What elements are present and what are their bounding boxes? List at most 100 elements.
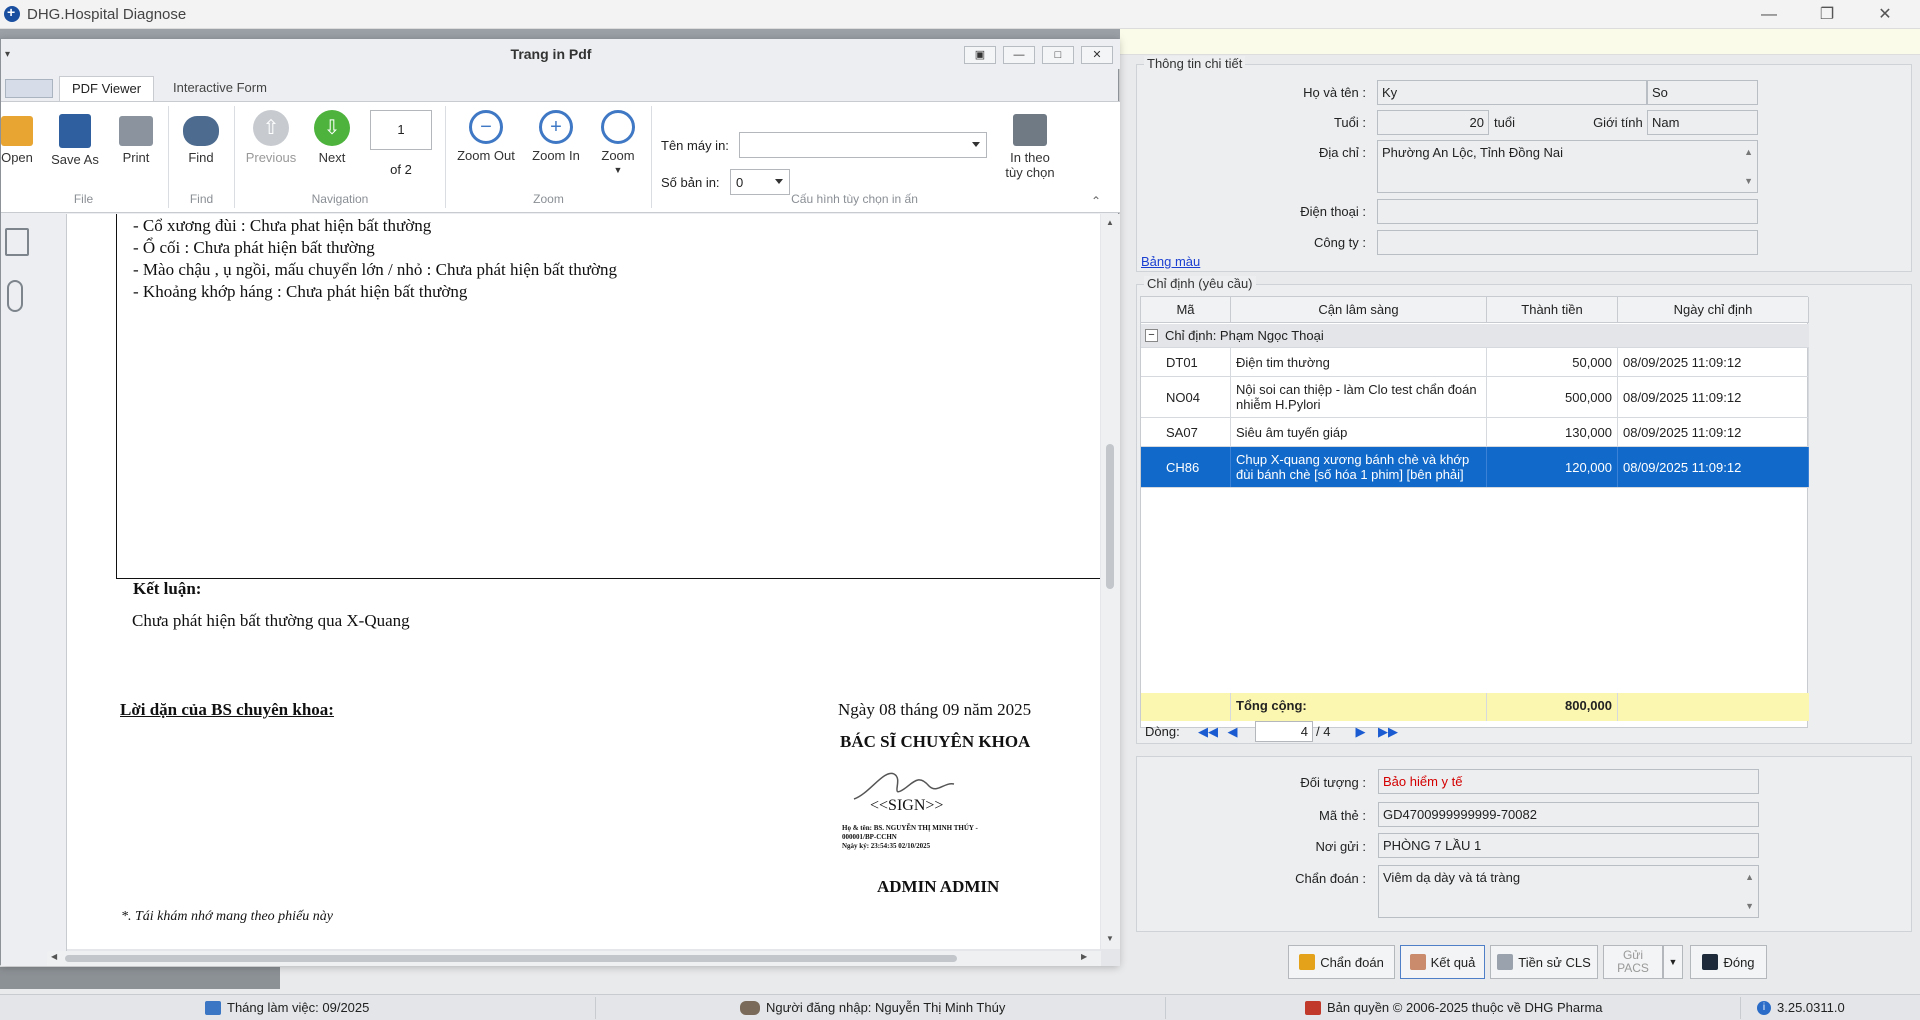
hscroll-thumb[interactable]: [65, 955, 957, 962]
doctor-title: BÁC SĨ CHUYÊN KHOA: [840, 732, 1031, 751]
find-button[interactable]: Find: [178, 110, 224, 165]
col-header-date[interactable]: Ngày chỉ định: [1618, 297, 1809, 323]
col-header-amount[interactable]: Thành tiền: [1487, 297, 1618, 323]
scroll-down-icon[interactable]: ▼: [1745, 901, 1754, 911]
printer-select[interactable]: [739, 132, 987, 158]
sender-label: Nơi gửi :: [1315, 839, 1366, 854]
cell-test: Nội soi can thiệp - làm Clo test chẩn đo…: [1231, 377, 1487, 417]
close-button[interactable]: Đóng: [1690, 945, 1767, 979]
collapse-icon[interactable]: −: [1145, 329, 1158, 342]
tab-pdf-viewer[interactable]: PDF Viewer: [59, 76, 155, 101]
printer-label: Tên máy in:: [661, 138, 729, 153]
print-button[interactable]: Print: [113, 110, 159, 165]
custom-print-button[interactable]: In theo tùy chọn: [999, 110, 1061, 180]
color-table-link[interactable]: Bảng màu: [1141, 254, 1200, 269]
name-field[interactable]: Ky: [1377, 80, 1647, 105]
cell-date: 08/09/2025 11:09:12: [1618, 348, 1809, 376]
zoom-in-button[interactable]: + Zoom In: [527, 110, 585, 163]
status-separator: [1165, 997, 1166, 1019]
patient-info-title: Thông tin chi tiết: [1144, 56, 1246, 71]
scroll-up-icon[interactable]: ▲: [1745, 872, 1754, 882]
last-record-icon[interactable]: ▶▶: [1378, 723, 1398, 740]
gender-field[interactable]: Nam: [1647, 110, 1758, 135]
scroll-left-icon[interactable]: ◀: [51, 952, 57, 961]
pages-icon[interactable]: [5, 228, 29, 256]
group-row[interactable]: − Chỉ định: Phạm Ngọc Thoại: [1141, 324, 1809, 348]
prev-record-icon[interactable]: ◀: [1224, 723, 1241, 740]
attachment-icon[interactable]: [7, 280, 23, 312]
minimize-icon[interactable]: —: [1740, 0, 1798, 29]
close-icon[interactable]: ✕: [1856, 0, 1914, 29]
exit-door-icon: [1702, 954, 1719, 970]
table-row[interactable]: DT01 Điện tim thường 50,000 08/09/2025 1…: [1141, 348, 1809, 377]
subject-field[interactable]: Bảo hiểm y tế: [1378, 769, 1759, 794]
zoom-button[interactable]: Zoom ▼: [595, 110, 641, 175]
vertical-scrollbar[interactable]: ▲ ▼: [1101, 214, 1120, 949]
send-pacs-button[interactable]: Gửi PACS: [1603, 945, 1663, 979]
age-field[interactable]: 20: [1377, 110, 1489, 135]
close-label: Đóng: [1723, 954, 1755, 970]
pdf-print-window: ▾ Trang in Pdf ▣ — □ ✕ PDF Viewer Intera…: [0, 38, 1120, 966]
page-number-input[interactable]: 1: [370, 110, 432, 150]
tab-interactive-form[interactable]: Interactive Form: [161, 76, 279, 101]
previous-button[interactable]: ⇧ Previous: [245, 110, 297, 165]
sender-field[interactable]: PHÒNG 7 LẦU 1: [1378, 833, 1759, 858]
horizontal-scrollbar[interactable]: ◀ ▶: [47, 951, 1101, 966]
finding-line: - Cổ xương đùi : Chưa phat hiện bất thườ…: [133, 216, 432, 235]
window-maximize-icon[interactable]: □: [1042, 46, 1074, 64]
app-menu-button[interactable]: [5, 79, 53, 98]
pdf-window-titlebar[interactable]: ▾ Trang in Pdf ▣ — □ ✕: [1, 39, 1120, 69]
scroll-right-icon[interactable]: ▶: [1081, 952, 1087, 961]
company-field[interactable]: [1377, 230, 1758, 255]
cell-code: SA07: [1161, 418, 1231, 446]
status-version-text: 3.25.0311.0: [1777, 1000, 1845, 1015]
result-button[interactable]: Kết quả: [1400, 945, 1485, 979]
open-button[interactable]: Open: [0, 110, 37, 165]
diagnose-button[interactable]: Chẩn đoán: [1288, 945, 1395, 979]
cell-amount: 50,000: [1487, 348, 1618, 376]
history-button[interactable]: Tiền sử CLS: [1490, 945, 1598, 979]
card-field[interactable]: GD4700999999999-70082: [1378, 802, 1759, 827]
cell-code: CH86: [1161, 447, 1231, 487]
scroll-thumb[interactable]: [1106, 444, 1114, 589]
footnote: *. Tái khám nhớ mang theo phiếu này: [121, 909, 334, 924]
record-input[interactable]: 4: [1255, 721, 1313, 742]
calendar-icon: [205, 1000, 221, 1015]
table-row-selected[interactable]: CH86 Chụp X-quang xương bánh chè và khớp…: [1141, 447, 1809, 488]
window-close-icon[interactable]: ✕: [1081, 46, 1113, 64]
pacs-dropdown-button[interactable]: ▼: [1663, 945, 1683, 979]
table-row[interactable]: NO04 Nội soi can thiệp - làm Clo test ch…: [1141, 377, 1809, 418]
scroll-down-icon[interactable]: ▼: [1106, 934, 1114, 943]
age-label: Tuổi :: [1333, 115, 1366, 130]
col-header-test[interactable]: Cận lâm sàng: [1231, 297, 1487, 323]
orders-title: Chỉ định (yêu cầu): [1144, 276, 1256, 291]
arrow-down-icon: ⇩: [314, 110, 350, 146]
next-button[interactable]: ⇩ Next: [309, 110, 355, 165]
scroll-down-icon[interactable]: ▼: [1744, 176, 1753, 186]
table-row[interactable]: SA07 Siêu âm tuyến giáp 130,000 08/09/20…: [1141, 418, 1809, 447]
address-field[interactable]: Phường An Lộc, Tỉnh Đồng Nai ▲ ▼: [1377, 140, 1758, 193]
scroll-up-icon[interactable]: ▲: [1744, 147, 1753, 157]
name-field-2[interactable]: So: [1647, 80, 1758, 105]
frame-border-bottom: [116, 578, 1100, 579]
col-header-code[interactable]: Mã: [1141, 297, 1231, 323]
print-label: Print: [122, 150, 150, 165]
next-record-icon[interactable]: ▶: [1352, 723, 1369, 740]
window-minimize-icon[interactable]: —: [1003, 46, 1035, 64]
save-as-button[interactable]: Save As: [47, 110, 103, 167]
print-icon: [119, 116, 153, 146]
copies-value: 0: [736, 175, 744, 190]
app-title: DHG.Hospital Diagnose: [27, 6, 187, 23]
card-label: Mã thẻ :: [1319, 808, 1366, 823]
cell-amount: 130,000: [1487, 418, 1618, 446]
info-icon: i: [1757, 1000, 1771, 1015]
phone-field[interactable]: [1377, 199, 1758, 224]
restore-icon[interactable]: ❐: [1798, 0, 1856, 29]
collapse-ribbon-icon[interactable]: ⌃: [1091, 194, 1101, 208]
conclusion-text: Chưa phát hiện bất thường qua X-Quang: [132, 611, 410, 630]
diagnosis-field[interactable]: Viêm dạ dày và tá tràng ▲ ▼: [1378, 865, 1759, 918]
first-record-icon[interactable]: ◀◀: [1198, 723, 1218, 740]
zoom-out-button[interactable]: − Zoom Out: [453, 110, 519, 163]
scroll-up-icon[interactable]: ▲: [1106, 218, 1114, 227]
fullscreen-icon[interactable]: ▣: [964, 46, 996, 64]
